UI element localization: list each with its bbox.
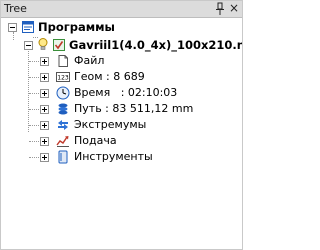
extremes-icon xyxy=(56,118,70,132)
pin-icon[interactable] xyxy=(214,2,226,16)
clock-icon xyxy=(56,86,70,100)
svg-text:123: 123 xyxy=(57,75,69,82)
tree-node-programs[interactable]: Программы xyxy=(1,19,242,35)
collapse-icon[interactable] xyxy=(24,41,33,50)
close-icon[interactable]: × xyxy=(228,1,240,16)
expand-icon[interactable] xyxy=(40,73,49,82)
tree-node-extremes[interactable]: Экстремумы xyxy=(1,117,242,133)
tree-node-path[interactable]: Путь : 83 511,12 mm xyxy=(1,101,242,117)
expand-icon[interactable] xyxy=(40,57,49,66)
tree-node-label: Путь : 83 511,12 mm xyxy=(74,102,194,115)
tree-node-label: Экстремумы xyxy=(74,118,147,131)
file-icon xyxy=(56,54,70,68)
expand-icon[interactable] xyxy=(40,121,49,130)
tree-view[interactable]: Программы Gavriil1(4.0_4x)_100x210.nc Фа… xyxy=(1,18,242,249)
collapse-icon[interactable] xyxy=(8,23,17,32)
program-file-icon xyxy=(52,38,66,52)
geometry-icon: 123 xyxy=(56,70,70,84)
path-icon xyxy=(56,102,70,116)
expand-icon[interactable] xyxy=(40,153,49,162)
tree-node-time[interactable]: Время : 02:10:03 xyxy=(1,85,242,101)
panel-titlebar: Tree × xyxy=(1,1,242,18)
tree-node-label: Время : 02:10:03 xyxy=(74,86,178,99)
lightbulb-icon xyxy=(37,37,51,51)
tree-panel: Tree × Программы Gavriil1(4.0_4x)_100x21… xyxy=(0,0,243,250)
tree-node-label: Геом : 8 689 xyxy=(74,70,145,83)
expand-icon[interactable] xyxy=(40,89,49,98)
panel-title: Tree xyxy=(4,2,27,15)
tree-node-tools[interactable]: Инструменты xyxy=(1,149,242,165)
tree-node-geom[interactable]: 123 Геом : 8 689 xyxy=(1,69,242,85)
programs-icon xyxy=(21,20,35,34)
expand-icon[interactable] xyxy=(40,105,49,114)
tree-node-file[interactable]: Файл xyxy=(1,53,242,69)
expand-icon[interactable] xyxy=(40,137,49,146)
feed-icon xyxy=(56,134,70,148)
tree-node-label: Инструменты xyxy=(74,150,153,163)
tree-node-feed[interactable]: Подача xyxy=(1,133,242,149)
tree-node-program[interactable]: Gavriil1(4.0_4x)_100x210.nc xyxy=(1,37,242,53)
tree-node-label: Файл xyxy=(74,54,105,67)
tree-node-label: Программы xyxy=(38,20,115,34)
tree-node-label: Gavriil1(4.0_4x)_100x210.nc xyxy=(69,38,242,52)
tree-node-label: Подача xyxy=(74,134,117,147)
tools-icon xyxy=(56,150,70,164)
